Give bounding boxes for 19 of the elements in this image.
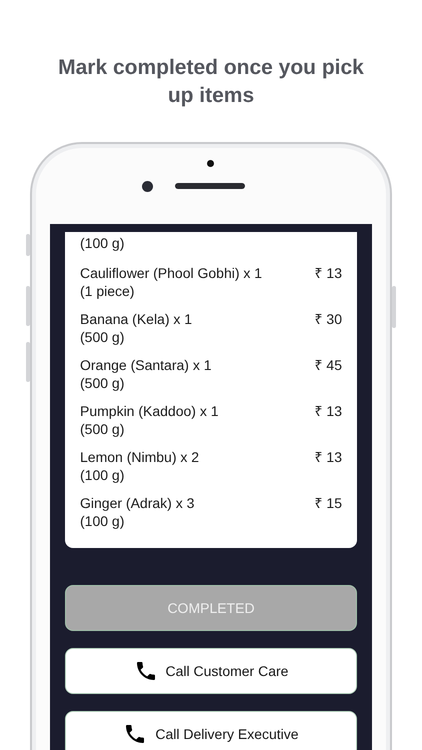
item-price: ₹ 13 — [314, 264, 342, 283]
item-name: Orange (Santara) x 1 (500 g) — [80, 356, 212, 392]
sensor-dot — [207, 160, 214, 167]
item-name: Lemon (Nimbu) x 2 (100 g) — [80, 448, 200, 484]
item-name: Pumpkin (Kaddoo) x 1 (500 g) — [80, 402, 219, 438]
item-name: (100 g) — [80, 234, 124, 252]
speaker-grille — [175, 183, 245, 189]
item-price: ₹ 30 — [314, 310, 342, 329]
item-price: ₹ 13 — [314, 448, 342, 467]
call-button[interactable]: Call Customer Care — [65, 648, 357, 694]
item-price: ₹ 45 — [314, 356, 342, 375]
headline: Mark completed once you pick up items — [57, 55, 365, 109]
item-name: Ginger (Adrak) x 3 (100 g) — [80, 494, 194, 530]
item-price: ₹ 13 — [314, 402, 342, 421]
camera-icon — [142, 181, 153, 192]
item-name: Cauliflower (Phool Gobhi) x 1 (1 piece) — [80, 264, 262, 300]
call-button[interactable]: Call Delivery Executive — [65, 711, 357, 750]
item-price: ₹ 15 — [314, 494, 342, 513]
item-name: Banana (Kela) x 1 (500 g) — [80, 310, 192, 346]
